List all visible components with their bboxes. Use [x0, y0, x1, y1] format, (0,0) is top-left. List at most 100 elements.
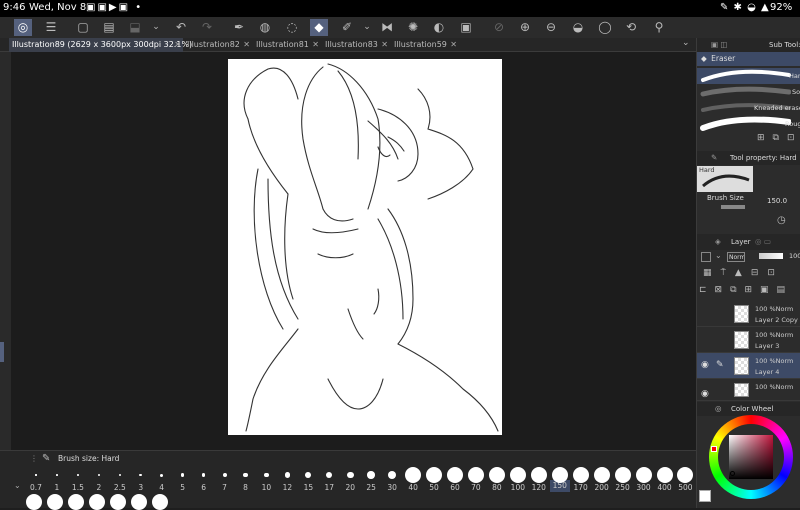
brush-size-dot[interactable]	[264, 472, 269, 478]
layer-row-layer-3[interactable]: 100 %Norm Layer 3	[697, 327, 800, 353]
brush-size-label[interactable]: 200	[592, 483, 612, 492]
sub-tool-group-eraser[interactable]: ◆ Eraser	[697, 52, 800, 66]
sub-tool-item-soft[interactable]: Soft	[697, 84, 800, 100]
main-color-swatch[interactable]	[699, 490, 711, 502]
brush-size-dot[interactable]	[447, 467, 463, 483]
brush-size-dot[interactable]	[656, 467, 673, 483]
brush-size-slider[interactable]	[721, 205, 745, 209]
color-marker[interactable]	[730, 471, 735, 476]
blend-icon[interactable]: ◍	[256, 19, 274, 36]
brush-size-label[interactable]: 20	[340, 483, 360, 492]
brush-size-label[interactable]: 10	[256, 483, 276, 492]
brush-size-label[interactable]: 1	[47, 483, 67, 492]
close-icon[interactable]: ✕	[312, 38, 319, 52]
tab-illustration59[interactable]: Illustration59 ✕	[391, 38, 459, 52]
close-icon[interactable]: ✕	[174, 38, 181, 52]
brush-size-label[interactable]: 80	[487, 483, 507, 492]
brush-size-dot[interactable]	[367, 471, 375, 479]
brush-size-dot[interactable]	[426, 467, 443, 483]
panel-icons[interactable]: ◎ ▭	[755, 234, 771, 250]
chevron-down-icon[interactable]: ⌄	[14, 481, 21, 490]
brush-size-label[interactable]: 400	[655, 483, 675, 492]
chevron-down-icon[interactable]: ⌄	[715, 251, 722, 260]
eye-icon[interactable]: ◉	[701, 360, 709, 370]
fill-icon[interactable]: ◐	[430, 19, 448, 36]
drag-handle-icon[interactable]: ⋮	[30, 454, 38, 463]
brush-size-label[interactable]: 300	[634, 483, 654, 492]
brush-size-dot[interactable]	[405, 467, 422, 483]
brush-size-label[interactable]: 60	[445, 483, 465, 492]
brush-size-label[interactable]: 12	[277, 483, 297, 492]
layer-tools-row1[interactable]: ▦⍑▲⊟⊡	[703, 268, 784, 278]
opacity-slider[interactable]	[759, 253, 783, 259]
brush-size-value[interactable]: 150.0	[767, 197, 787, 205]
sub-tool-item-hard[interactable]: Hard	[697, 68, 800, 84]
menu-icon[interactable]: ☰	[42, 19, 60, 36]
pin-icon[interactable]: ⚲	[650, 19, 668, 36]
brush-size-label[interactable]: 500	[675, 483, 695, 492]
pen-icon[interactable]: ✒	[230, 19, 248, 36]
brush-size-label[interactable]: 100	[508, 483, 528, 492]
brush-size-dot[interactable]	[572, 467, 589, 483]
brush-size-label[interactable]: 7	[215, 483, 235, 492]
brush-size-dot[interactable]	[551, 467, 568, 483]
brush-size-dot[interactable]	[635, 467, 652, 483]
transform-icon[interactable]: ✺	[404, 19, 422, 36]
clip-toggle[interactable]	[701, 252, 711, 262]
brush-size-label[interactable]: 120	[529, 483, 549, 492]
brush-size-label[interactable]: 170	[571, 483, 591, 492]
left-edge-strip[interactable]	[0, 52, 11, 452]
layer-row-layer-4[interactable]: ◉ ✎ 100 %Norm Layer 4	[697, 353, 800, 379]
brush-size-dot[interactable]	[509, 467, 526, 483]
opacity-value[interactable]: 100	[789, 252, 800, 260]
chevron-down-icon[interactable]: ⌄	[358, 19, 376, 36]
sub-tool-item-kneaded-eraser[interactable]: Kneaded eraser	[697, 100, 800, 116]
new-canvas-icon[interactable]: ▢	[74, 19, 92, 36]
brush-size-label[interactable]: 4	[152, 483, 172, 492]
brush-size-label[interactable]: 3	[131, 483, 151, 492]
save-icon[interactable]: ⬓	[126, 19, 144, 36]
brush-size-dot[interactable]	[76, 474, 79, 476]
brush-size-dot[interactable]	[530, 467, 547, 483]
close-icon[interactable]: ✕	[450, 38, 457, 52]
open-file-icon[interactable]: ▤	[100, 19, 118, 36]
brush-size-label[interactable]: 40	[403, 483, 423, 492]
brush-size-label[interactable]: 25	[361, 483, 381, 492]
eyedropper-icon[interactable]: ✐	[338, 19, 356, 36]
brush-size-label[interactable]: 15	[298, 483, 318, 492]
chevron-down-icon[interactable]: ⌄	[147, 19, 165, 36]
brush-size-dot[interactable]	[614, 467, 631, 483]
brush-size-label[interactable]: 8	[236, 483, 256, 492]
brush-size-dot[interactable]	[56, 474, 58, 476]
zoom-in-icon[interactable]: ⊕	[516, 19, 534, 36]
tab-illustration89[interactable]: Illustration89 (2629 x 3600px 300dpi 32.…	[9, 38, 192, 52]
brush-size-label[interactable]: 50	[424, 483, 444, 492]
tab-illustration81[interactable]: Illustration81 ✕	[253, 38, 321, 52]
brush-size-dot[interactable]	[467, 467, 484, 483]
drawing-canvas[interactable]	[228, 59, 502, 435]
crop-icon[interactable]: ▣	[457, 19, 475, 36]
sub-tool-item-rough[interactable]: Rough	[697, 116, 800, 132]
brush-size-label[interactable]: 0.7	[26, 483, 46, 492]
chevron-down-icon[interactable]: ⌄	[682, 38, 690, 48]
eye-icon[interactable]: ◉	[701, 389, 709, 399]
redo-icon[interactable]: ↷	[198, 19, 216, 36]
brush-size-label[interactable]: 2.5	[110, 483, 130, 492]
tab-illustration82[interactable]: Illustration82 ✕	[184, 38, 252, 52]
brush-size-dot[interactable]	[488, 467, 505, 483]
brush-size-label[interactable]: 17	[319, 483, 339, 492]
tool-preset-preview[interactable]: Hard	[697, 166, 753, 192]
brush-size-dot[interactable]	[346, 471, 354, 479]
close-icon[interactable]: ✕	[243, 38, 250, 52]
brush-size-dot[interactable]	[243, 472, 248, 478]
brush-size-label[interactable]: 30	[382, 483, 402, 492]
panel-icons[interactable]: ▣ ◫	[711, 40, 728, 49]
brush-size-dot[interactable]	[593, 467, 610, 483]
brush-size-dot[interactable]	[160, 473, 164, 477]
layer-row-paper[interactable]: ◉ 100 %Norm	[697, 379, 800, 401]
close-icon[interactable]: ✕	[381, 38, 388, 52]
brush-size-dot[interactable]	[284, 472, 290, 478]
brush-size-dot[interactable]	[222, 473, 227, 477]
hue-marker[interactable]	[711, 446, 717, 452]
brush-size-label[interactable]: 6	[194, 483, 214, 492]
